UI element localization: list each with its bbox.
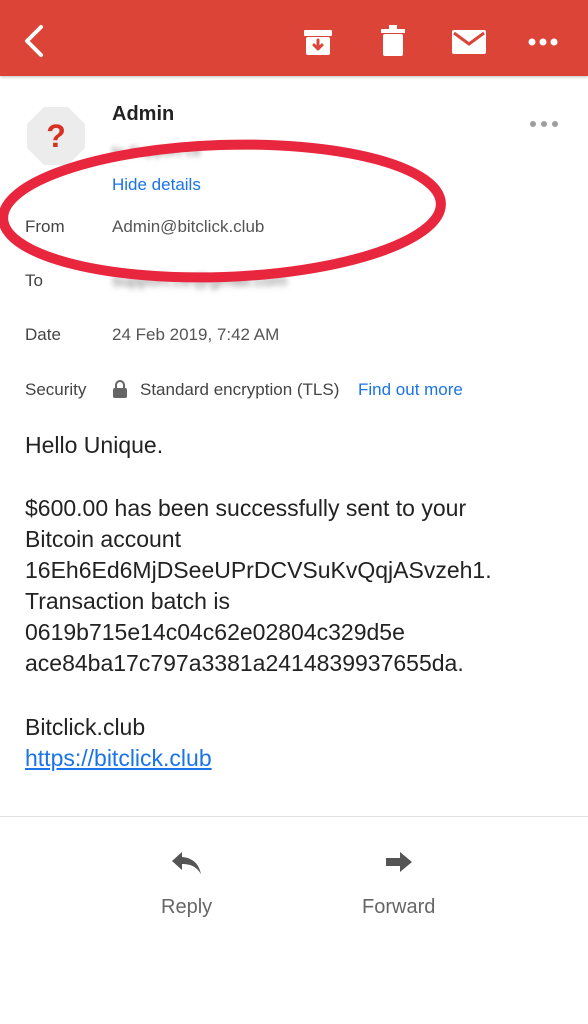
envelope-icon[interactable]: [452, 30, 486, 54]
from-value: Admin@bitclick.club: [112, 217, 265, 236]
top-app-bar: [0, 0, 588, 76]
trash-icon[interactable]: [380, 25, 406, 57]
find-out-more-link[interactable]: Find out more: [358, 380, 463, 400]
recipient-summary: to Support ctr: [112, 143, 203, 160]
forward-button[interactable]: Forward: [362, 896, 435, 919]
body-line-6: ace84ba17c797a3381a2414839937655da.: [25, 650, 464, 676]
archive-icon[interactable]: [303, 27, 333, 57]
hide-details-link[interactable]: Hide details: [112, 175, 201, 195]
actions-divider: [0, 816, 588, 817]
to-value: support.ctr@gmail.com: [112, 271, 288, 290]
date-label: Date: [25, 325, 61, 344]
body-line-2: Bitcoin account: [25, 526, 181, 552]
unknown-sender-avatar-icon: ?: [27, 107, 85, 165]
security-value: Standard encryption (TLS): [140, 380, 340, 399]
forward-icon[interactable]: [382, 850, 416, 876]
sender-name: Admin: [112, 103, 175, 125]
body-line-1: $600.00 has been successfully sent to yo…: [25, 495, 467, 521]
message-more-icon[interactable]: [528, 114, 560, 134]
body-signature: Bitclick.club: [25, 714, 146, 740]
security-label: Security: [25, 380, 87, 399]
body-line-4: Transaction batch is: [25, 588, 230, 614]
svg-text:?: ?: [46, 118, 66, 154]
to-label: To: [25, 271, 43, 290]
body-greeting: Hello Unique.: [25, 432, 164, 458]
body-line-3: 16Eh6Ed6MjDSeeUPrDCVSuKvQqjASvzeh1.: [25, 557, 492, 583]
date-value: 24 Feb 2019, 7:42 AM: [112, 325, 280, 344]
lock-icon: [113, 380, 127, 398]
body-line-5: 0619b715e14c04c62e02804c329d5e: [25, 619, 405, 645]
back-arrow-icon[interactable]: [22, 24, 46, 58]
body-link[interactable]: https://bitclick.club: [25, 743, 212, 774]
reply-button[interactable]: Reply: [161, 896, 212, 919]
reply-icon[interactable]: [170, 850, 204, 876]
from-label: From: [25, 217, 65, 236]
red-annotation-ellipse: [0, 139, 446, 283]
more-dots-icon[interactable]: [528, 38, 558, 46]
